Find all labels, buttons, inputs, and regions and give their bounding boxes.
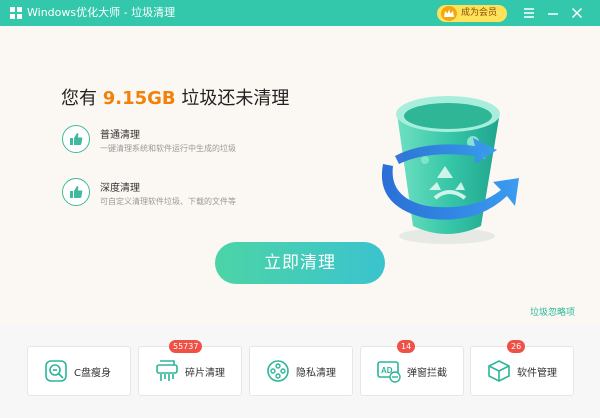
tool-popup-block[interactable]: 14 AD 弹窗拦截 xyxy=(360,340,464,396)
recycle-bin-illustration xyxy=(381,96,519,244)
thumbs-up-icon xyxy=(62,125,90,153)
title-bar: Windows优化大师 - 垃圾清理 成为会员 xyxy=(0,0,600,26)
minimize-icon[interactable] xyxy=(545,5,561,21)
option-title: 普通清理 xyxy=(100,130,140,141)
tool-label: 隐私清理 xyxy=(296,368,336,379)
option-title: 深度清理 xyxy=(100,183,140,194)
option-desc: 可自定义清理软件垃圾、下载的文件等 xyxy=(100,197,236,206)
tool-label: 弹窗拦截 xyxy=(407,368,447,379)
privacy-film-icon xyxy=(267,360,289,382)
main-panel: 您有 9.15GB 垃圾还未清理 普通清理 一键清理系统和软件运行中生成的垃圾 … xyxy=(0,26,600,324)
tool-software-manage[interactable]: 26 软件管理 xyxy=(470,340,574,396)
become-member-label: 成为会员 xyxy=(461,8,498,18)
thumbs-up-icon xyxy=(62,178,90,206)
shredder-icon xyxy=(156,360,178,381)
popup-count-badge: 14 xyxy=(397,340,416,353)
tool-fragment-clean[interactable]: 55737 碎片清理 xyxy=(138,340,242,396)
become-member-button[interactable]: 成为会员 xyxy=(437,5,507,22)
junk-summary: 您有 9.15GB 垃圾还未清理 xyxy=(61,88,290,109)
windows-logo-icon xyxy=(10,7,22,19)
tool-label: 碎片清理 xyxy=(185,368,225,379)
menu-icon[interactable] xyxy=(521,5,537,21)
ad-block-icon: AD xyxy=(377,361,401,383)
crown-icon xyxy=(441,6,457,21)
software-count-badge: 26 xyxy=(507,340,526,353)
tool-privacy-clean[interactable]: 隐私清理 xyxy=(249,346,353,396)
junk-ignore-list-link[interactable]: 垃圾忽略项 xyxy=(530,305,575,318)
fragment-count-badge: 55737 xyxy=(169,340,203,353)
close-icon[interactable] xyxy=(569,5,585,21)
software-box-icon xyxy=(488,360,510,382)
tool-label: 软件管理 xyxy=(517,368,557,379)
tools-bar: C盘瘦身 55737 碎片清理 隐私清理 14 AD 弹窗拦截 26 软件管理 xyxy=(0,324,600,418)
window-title: Windows优化大师 - 垃圾清理 xyxy=(27,6,176,19)
tool-label: C盘瘦身 xyxy=(74,368,111,379)
junk-size: 9.15GB xyxy=(102,88,176,109)
clean-now-button[interactable]: 立即清理 xyxy=(215,242,385,284)
tool-c-drive-slim[interactable]: C盘瘦身 xyxy=(27,346,131,396)
disk-slim-icon xyxy=(45,360,67,382)
option-desc: 一键清理系统和软件运行中生成的垃圾 xyxy=(100,144,236,153)
